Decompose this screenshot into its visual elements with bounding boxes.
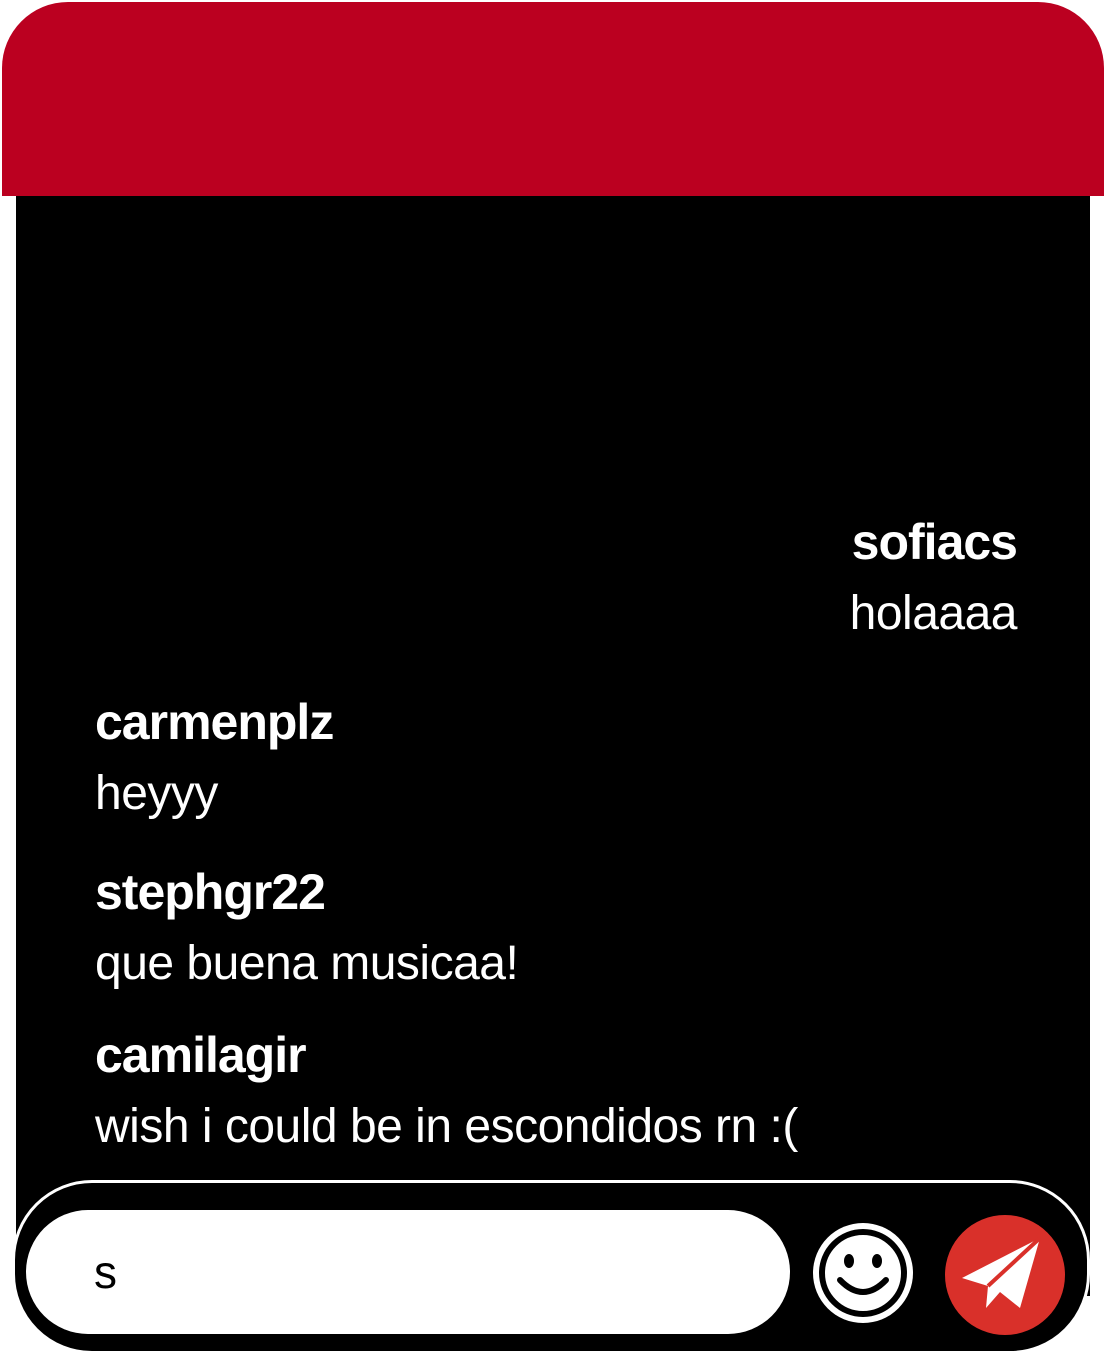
send-button[interactable] xyxy=(944,1214,1066,1336)
smiley-face-icon xyxy=(813,1223,913,1323)
paper-plane-icon xyxy=(945,1215,1065,1335)
message-input[interactable] xyxy=(26,1210,790,1334)
chat-message: stephgr22 que buena musicaa! xyxy=(95,862,519,994)
message-username: sofiacs xyxy=(851,514,1018,570)
message-username: carmenplz xyxy=(95,694,334,750)
chat-message: carmenplz heyyy xyxy=(95,692,334,824)
message-username: stephgr22 xyxy=(95,864,326,920)
message-text: holaaaa xyxy=(849,587,1018,640)
chat-message: sofiacs holaaaa xyxy=(849,512,1018,644)
chat-header xyxy=(2,2,1104,196)
chat-message: camilagir wish i could be in escondidos … xyxy=(95,1025,798,1157)
chat-window: sofiacs holaaaa carmenplz heyyy stephgr2… xyxy=(0,0,1106,1366)
emoji-button[interactable] xyxy=(810,1220,916,1326)
message-text: heyyy xyxy=(95,767,218,820)
message-text: que buena musicaa! xyxy=(95,937,519,990)
message-username: camilagir xyxy=(95,1027,307,1083)
message-text: wish i could be in escondidos rn :( xyxy=(95,1100,798,1153)
